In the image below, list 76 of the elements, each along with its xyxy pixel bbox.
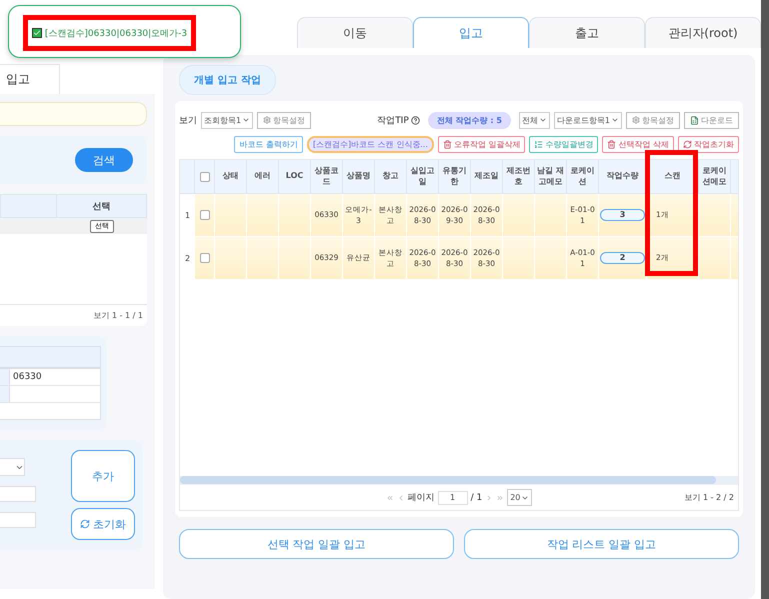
refresh-icon [80,519,90,529]
action-button[interactable]: 수량일괄변경 [529,136,598,152]
action-button[interactable]: [스캔검수]바코드 스캔 인식중... [306,136,434,152]
quantity-field[interactable]: 3 [600,209,645,221]
checkbox[interactable] [200,210,210,220]
settings-button[interactable]: 항목설정 [626,112,680,128]
select-field[interactable]: 전체 [518,112,550,128]
input-field[interactable] [0,512,36,528]
checkbox[interactable] [200,172,210,182]
last-page-icon[interactable] [496,494,504,502]
trash-icon [607,140,616,148]
column-header: 창고 [375,160,407,193]
column-header: 상품코드 [311,160,343,193]
tab[interactable]: 이동 [297,17,413,48]
select-field[interactable] [0,458,25,476]
settings-button[interactable]: 항목설정 [257,112,312,128]
toast-message: [스캔검수]06330|06330|오메가-3 [44,28,188,40]
page-total: / 1 [470,492,482,502]
page-size-select[interactable]: 20 [507,489,532,506]
select-field[interactable]: 조회항목1 [201,112,254,128]
column-header: 상품명 [343,160,375,193]
column-header: 유통기한 [439,160,471,193]
column-header: 로케이션 [567,160,599,193]
tip-label: 작업TIP [377,114,420,126]
column-header: 선택 [56,195,146,217]
tab[interactable]: 출고 [529,17,645,48]
tab[interactable]: 입고 [0,64,60,94]
quantity-field[interactable]: 2 [600,252,645,264]
action-button[interactable]: 바코드 출력하기 [234,136,303,152]
row-number: 2 [180,237,195,279]
column-header: 작업수량 [599,160,647,193]
download-button[interactable]: 다운로드 [684,112,739,128]
row-number: 1 [180,194,195,236]
column-header: LOC [279,160,311,193]
search-button[interactable]: 검색 [75,148,133,172]
add-button[interactable]: 추가 [71,450,135,502]
bulk-button[interactable]: 작업 리스트 일괄 입고 [464,529,739,559]
list-icon [534,140,544,148]
input-field[interactable] [0,102,147,126]
column-header: 상태 [215,160,247,193]
bulk-button[interactable]: 선택 작업 일괄 입고 [179,529,454,559]
chevron-down-icon [242,116,250,124]
help-icon [410,116,420,124]
chevron-down-icon [611,116,619,124]
gear-icon [263,116,272,124]
column-header: 로케이션메모 [699,160,731,193]
input-field[interactable] [0,486,36,502]
spreadsheet-icon [690,116,699,124]
action-button[interactable]: 선택작업 삭제 [602,136,674,152]
action-button[interactable]: 오류작업 일괄삭제 [438,136,526,152]
column-header: 에러 [247,160,279,193]
column-header: 스캔 [647,160,699,193]
label: 보기 [179,114,197,126]
action-button[interactable]: 작업초기화 [678,136,739,152]
scrollbar[interactable] [180,476,738,484]
first-page-icon[interactable] [386,494,394,502]
record-count: 보기 1 - 1 / 1 [0,304,147,326]
label: 페이지 [408,492,435,504]
column-header: 남길 재고메모 [535,160,567,193]
section-title: 개별 입고 작업 [179,65,276,95]
refresh-icon [683,140,692,148]
tab[interactable]: 입고 [413,17,529,48]
total-badge: 전체 작업수량 : 5 [428,112,511,128]
column-header: 제조일 [471,160,503,193]
gear-icon [632,116,640,124]
trash-icon [442,140,452,148]
checkbox[interactable] [200,253,210,263]
page-field[interactable]: 1 [438,490,468,504]
select-field[interactable]: 다운로드항목1 [554,112,622,128]
chevron-down-icon [538,116,547,124]
reset-button[interactable]: 초기화 [71,508,135,540]
record-count: 보기 1 - 2 / 2 [684,492,734,503]
column-header: 실입고일 [407,160,439,193]
column-header: 제조번호 [503,160,535,193]
table-cell-text: 06330 [12,371,43,384]
tab[interactable]: 관리자(root) [645,17,761,48]
